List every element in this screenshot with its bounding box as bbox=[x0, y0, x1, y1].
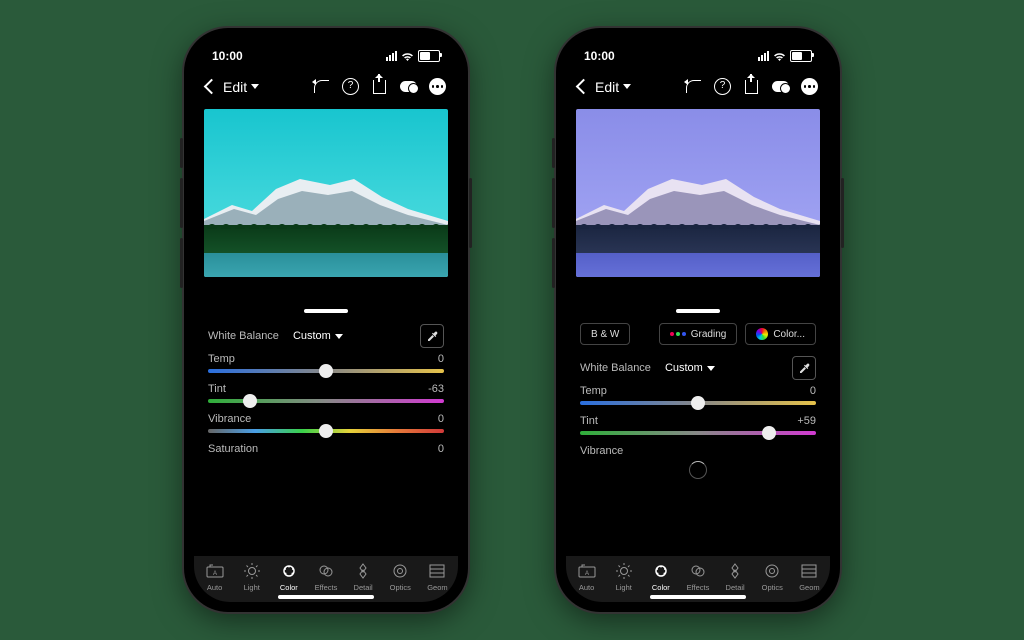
tab-detail[interactable]: Detail bbox=[717, 562, 754, 592]
photo-preview[interactable] bbox=[204, 109, 448, 277]
tint-slider[interactable]: Tint-63 bbox=[208, 383, 444, 403]
tab-effects[interactable]: Effects bbox=[307, 562, 344, 592]
wifi-icon bbox=[773, 51, 786, 61]
home-indicator[interactable] bbox=[278, 595, 374, 599]
color-panel: White Balance Custom Temp0 Tint-63 Vibra… bbox=[194, 313, 458, 455]
home-indicator[interactable] bbox=[650, 595, 746, 599]
tab-auto[interactable]: AAuto bbox=[568, 562, 605, 592]
more-icon[interactable] bbox=[801, 78, 818, 95]
slider-thumb[interactable] bbox=[319, 424, 333, 438]
status-time: 10:00 bbox=[212, 49, 243, 63]
undo-icon[interactable] bbox=[685, 78, 702, 95]
edit-dropdown[interactable]: Edit bbox=[595, 79, 631, 95]
cloud-sync-icon[interactable] bbox=[400, 78, 417, 95]
bw-button[interactable]: B & W bbox=[580, 323, 630, 345]
tab-light[interactable]: Light bbox=[605, 562, 642, 592]
tab-color[interactable]: Color bbox=[270, 562, 307, 592]
slider-thumb[interactable] bbox=[319, 364, 333, 378]
tint-slider[interactable]: Tint+59 bbox=[580, 415, 816, 435]
loading-spinner bbox=[689, 461, 707, 479]
phone-right: 10:00 Edit ? bbox=[556, 28, 840, 612]
tab-effects[interactable]: Effects bbox=[679, 562, 716, 592]
photo-preview[interactable] bbox=[576, 109, 820, 277]
tab-detail[interactable]: Detail bbox=[345, 562, 382, 592]
tab-optics[interactable]: Optics bbox=[754, 562, 791, 592]
white-balance-label: White Balance bbox=[208, 330, 279, 342]
colormix-button[interactable]: Color... bbox=[745, 323, 816, 345]
tab-geometry[interactable]: Geom bbox=[419, 562, 456, 592]
edit-dropdown[interactable]: Edit bbox=[223, 79, 259, 95]
notch bbox=[266, 38, 386, 62]
wifi-icon bbox=[401, 51, 414, 61]
phone-left: 10:00 Edit ? bbox=[184, 28, 468, 612]
cloud-sync-icon[interactable] bbox=[772, 78, 789, 95]
tab-light[interactable]: Light bbox=[233, 562, 270, 592]
notch bbox=[638, 38, 758, 62]
grading-button[interactable]: Grading bbox=[659, 323, 738, 345]
more-icon[interactable] bbox=[429, 78, 446, 95]
cellular-icon bbox=[386, 51, 397, 61]
white-balance-dropdown[interactable]: Custom bbox=[665, 362, 715, 374]
tab-color[interactable]: Color bbox=[642, 562, 679, 592]
battery-icon bbox=[418, 50, 440, 62]
tab-optics[interactable]: Optics bbox=[382, 562, 419, 592]
eyedropper-button[interactable] bbox=[792, 356, 816, 380]
back-button[interactable] bbox=[204, 79, 220, 95]
share-icon[interactable] bbox=[371, 78, 388, 95]
cellular-icon bbox=[758, 51, 769, 61]
share-icon[interactable] bbox=[743, 78, 760, 95]
vibrance-slider[interactable]: Vibrance bbox=[580, 445, 816, 479]
back-button[interactable] bbox=[576, 79, 592, 95]
eyedropper-button[interactable] bbox=[420, 324, 444, 348]
vibrance-slider[interactable]: Vibrance0 bbox=[208, 413, 444, 433]
help-icon[interactable]: ? bbox=[342, 78, 359, 95]
top-toolbar: Edit ? bbox=[566, 74, 830, 103]
help-icon[interactable]: ? bbox=[714, 78, 731, 95]
white-balance-label: White Balance bbox=[580, 362, 651, 374]
status-time: 10:00 bbox=[584, 49, 615, 63]
top-toolbar: Edit ? bbox=[194, 74, 458, 103]
tab-geometry[interactable]: Geom bbox=[791, 562, 828, 592]
tab-auto[interactable]: AAuto bbox=[196, 562, 233, 592]
battery-icon bbox=[790, 50, 812, 62]
white-balance-dropdown[interactable]: Custom bbox=[293, 330, 343, 342]
slider-thumb[interactable] bbox=[691, 396, 705, 410]
undo-icon[interactable] bbox=[313, 78, 330, 95]
saturation-slider[interactable]: Saturation0 bbox=[208, 443, 444, 455]
slider-thumb[interactable] bbox=[762, 426, 776, 440]
temp-slider[interactable]: Temp0 bbox=[208, 353, 444, 373]
svg-text:A: A bbox=[585, 571, 589, 577]
color-panel: B & W Grading Color... White Balance Cus… bbox=[566, 313, 830, 479]
temp-slider[interactable]: Temp0 bbox=[580, 385, 816, 405]
slider-thumb[interactable] bbox=[243, 394, 257, 408]
svg-text:A: A bbox=[213, 571, 217, 577]
